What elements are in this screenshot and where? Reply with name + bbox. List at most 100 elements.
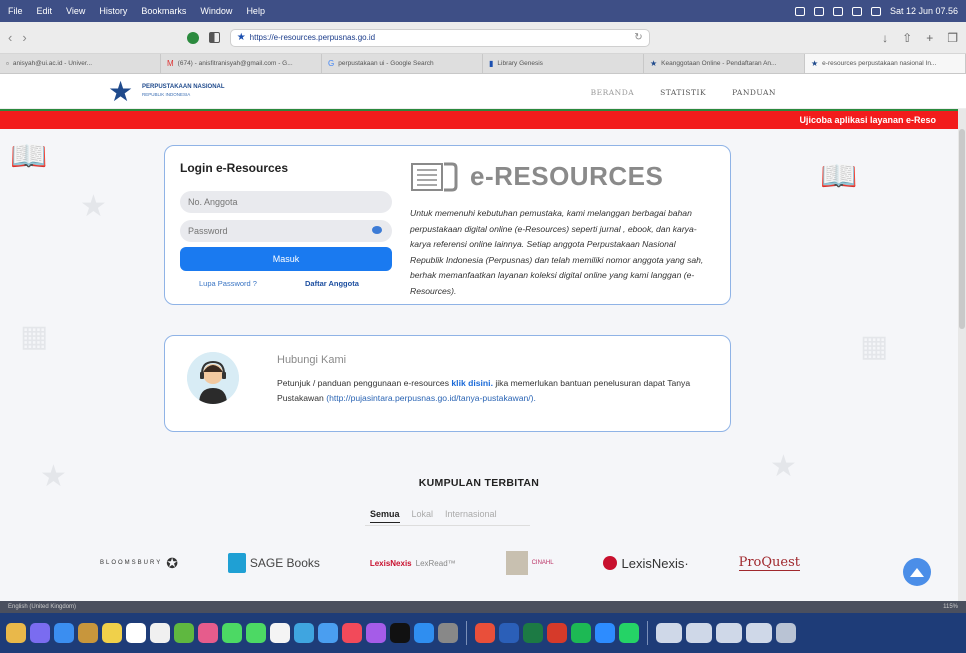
window-thumbnail-icon[interactable] [656,623,682,643]
tab-1[interactable]: ▫ anisyah@ui.ac.id - Univer... [0,54,161,73]
download-icon[interactable]: ↓ [882,31,888,45]
sage-book-icon [227,553,246,573]
nav-beranda[interactable]: BERANDA [591,88,635,97]
password-input[interactable] [180,220,392,242]
menu-view[interactable]: View [66,6,85,16]
tab-5[interactable]: ★ Keanggotaan Online - Pendaftaran An... [644,54,805,73]
reminders-icon[interactable] [150,623,170,643]
record-icon[interactable] [794,6,805,16]
guide-link[interactable]: klik disini. [451,378,493,388]
perpusnas-logo-icon[interactable]: ★ [108,78,133,106]
publisher-proquest[interactable]: ProQuest [738,555,800,571]
tv-icon[interactable] [390,623,410,643]
publisher-lexisnexis[interactable]: LexisNexis· [603,556,689,571]
notes-icon[interactable] [102,623,122,643]
settings-icon[interactable] [438,623,458,643]
sidebar-toggle-icon[interactable] [208,32,220,43]
window-thumbnail-icon[interactable] [716,623,742,643]
acrobat-icon[interactable] [547,623,567,643]
nav-panduan[interactable]: PANDUAN [732,88,776,97]
word-icon[interactable] [499,623,519,643]
share-icon[interactable]: ⇧ [902,31,912,45]
ask-librarian-link[interactable]: (http://pujasintara.perpusnas.go.id/tany… [326,393,536,403]
site-nav: BERANDA STATISTIK PANDUAN [591,88,776,97]
photos-icon[interactable] [198,623,218,643]
keynote-icon[interactable] [318,623,338,643]
filter-internasional[interactable]: Internasional [445,509,497,523]
tab-overview-icon[interactable]: ❐ [947,31,958,45]
tab-4[interactable]: ▮ Library Genesis [483,54,644,73]
contacts-icon[interactable] [78,623,98,643]
search-icon[interactable] [851,6,862,16]
publisher-cinahl[interactable]: CINAHL [505,551,554,575]
whatsapp-icon[interactable] [619,623,639,643]
site-header: ★ PERPUSTAKAAN NASIONAL REPUBLIK INDONES… [0,74,966,109]
wifi-icon[interactable] [813,6,824,16]
music-icon[interactable] [342,623,362,643]
publisher-lexread[interactable]: LexisNexis LexRead™ [370,559,456,568]
control-center-icon[interactable] [870,6,881,16]
page-content: 📖 ★ ▦ 📖 ▦ ★ ★ Login e-Resources Masuk Lu… [0,129,958,601]
eresources-logo-icon [411,162,458,192]
tab-6-active[interactable]: ★ e-resources perpustakaan nasional In... [805,54,966,73]
scroll-to-top-button[interactable] [903,558,931,586]
numbers-icon[interactable] [294,623,314,643]
nav-statistik[interactable]: STATISTIK [660,88,706,97]
freeform-icon[interactable] [270,623,290,643]
zoom-icon[interactable] [595,623,615,643]
messages-icon[interactable] [222,623,242,643]
podcasts-icon[interactable] [366,623,386,643]
url-text[interactable]: https://e-resources.perpusnas.go.id [250,33,375,42]
tab-2[interactable]: M (674) - anisfitranisyah@gmail.com - G..… [161,54,322,73]
page-scrollbar[interactable] [958,109,966,601]
calendar-icon[interactable] [126,623,146,643]
zoom-level[interactable]: 115% [943,604,958,610]
menu-help[interactable]: Help [246,6,265,16]
member-number-input[interactable] [180,191,392,213]
new-tab-icon[interactable]: + [926,31,933,45]
menu-window[interactable]: Window [200,6,232,16]
window-thumbnail-icon[interactable] [686,623,712,643]
bookmark-icon: ▫ [6,59,9,68]
lexisnexis-logo-icon [603,556,618,570]
publisher-bloomsbury[interactable]: BLOOMSBURY ✪ [100,555,178,572]
book-icon: 📖 [820,160,858,193]
forward-icon[interactable]: › [22,30,26,45]
tab-bar: ▫ anisyah@ui.ac.id - Univer... M (674) - a… [0,54,966,74]
chrome-icon[interactable] [475,623,495,643]
bookmark-star-icon[interactable]: ★ [237,32,246,43]
login-button[interactable]: Masuk [180,247,392,271]
back-icon[interactable]: ‹ [8,30,12,45]
menu-bookmarks[interactable]: Bookmarks [141,6,186,16]
star-icon: ★ [80,190,107,223]
address-bar[interactable]: ★ https://e-resources.perpusnas.go.id ↻ [229,28,650,47]
excel-icon[interactable] [523,623,543,643]
finder-icon[interactable] [6,623,26,643]
facetime-icon[interactable] [246,623,266,643]
battery-icon[interactable] [832,6,843,16]
scrollbar-thumb[interactable] [959,129,965,329]
filter-lokal[interactable]: Lokal [412,509,434,523]
menu-history[interactable]: History [99,6,127,16]
clock[interactable]: Sat 12 Jun 07.56 [890,6,958,16]
spotify-icon[interactable] [571,623,591,643]
launchpad-icon[interactable] [30,623,50,643]
window-thumbnail-icon[interactable] [746,623,772,643]
filter-semua[interactable]: Semua [370,509,400,523]
publisher-sage[interactable]: SAGE Books [227,553,320,573]
show-password-icon[interactable] [372,226,382,234]
reload-icon[interactable]: ↻ [634,32,642,43]
menu-file[interactable]: File [8,6,23,16]
safari-icon[interactable] [54,623,74,643]
app-store-icon[interactable] [414,623,434,643]
register-link[interactable]: Daftar Anggota [305,279,359,288]
menu-edit[interactable]: Edit [37,6,53,16]
trash-icon[interactable] [776,623,796,643]
publisher-logos: BLOOMSBURY ✪ SAGE Books LexisNexis LexRead… [100,543,800,583]
tab-3[interactable]: Gperpustakaan ui - Google Search [322,54,483,73]
privacy-icon[interactable] [186,31,199,44]
org-name[interactable]: PERPUSTAKAAN NASIONAL [142,84,225,90]
status-bar: English (United Kingdom) 115% [0,601,966,613]
forgot-password-link[interactable]: Lupa Password ? [199,279,257,288]
maps-icon[interactable] [174,623,194,643]
